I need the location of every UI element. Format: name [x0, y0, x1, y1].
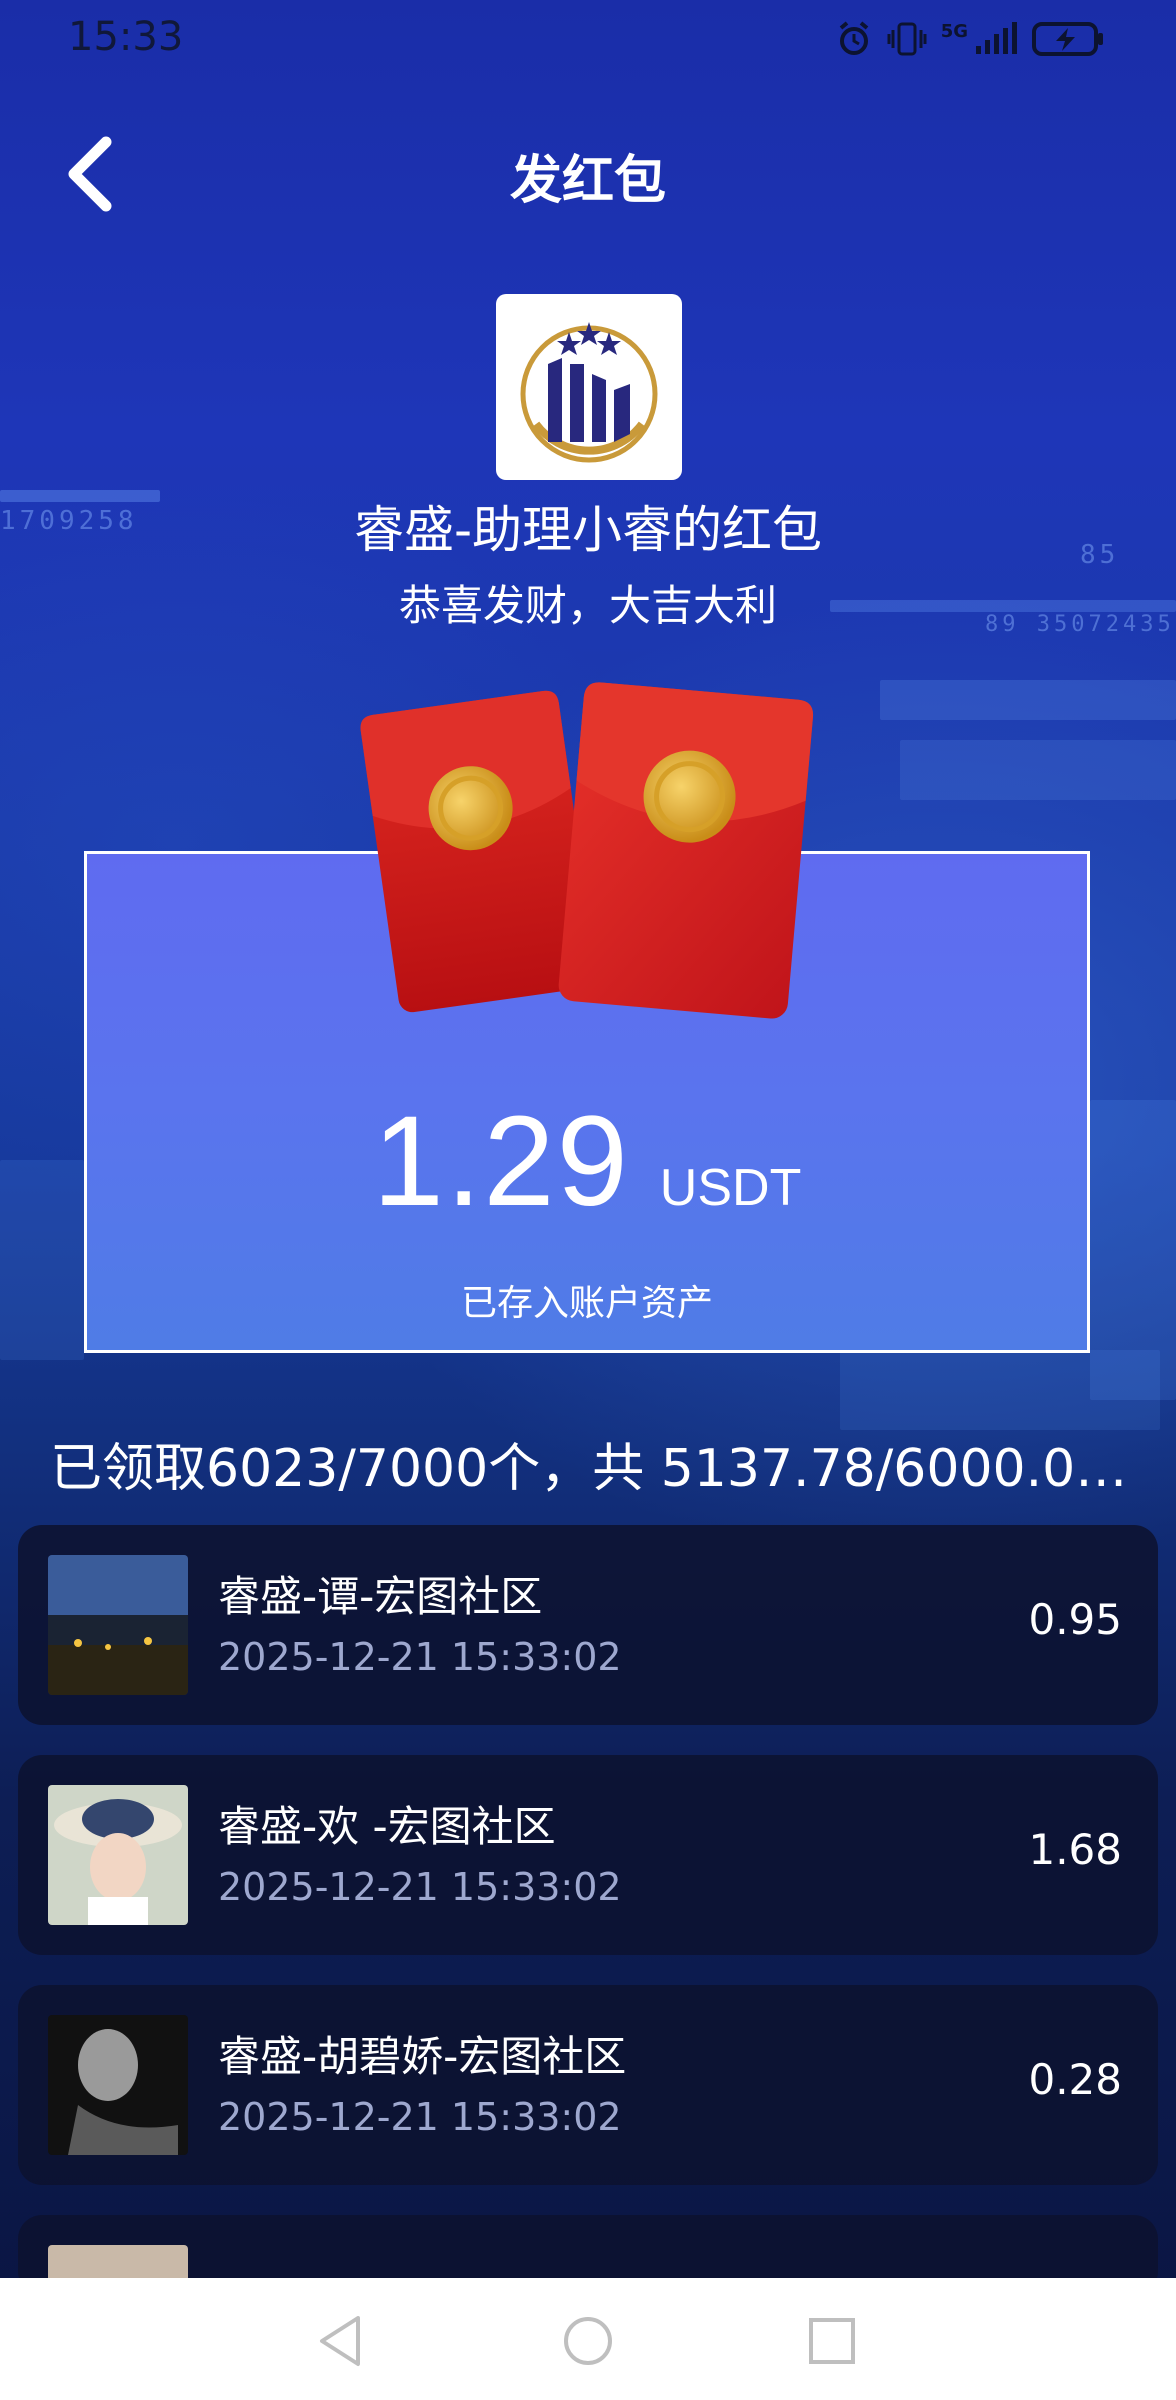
claimer-name: 睿盛-谭-宏图社区: [218, 1572, 543, 1621]
avatar: [48, 1785, 188, 1925]
claim-summary: 已领取6023/7000个，共 5137.78/6000.00 U···: [50, 1439, 1160, 1499]
red-envelope-icon: [360, 682, 814, 1019]
circle-home-icon[interactable]: [553, 2306, 623, 2376]
company-logo-icon: [520, 322, 658, 463]
red-packet-screen: 1709258 85 89 35072435 15:33 5G 发红包 睿盛-助…: [0, 0, 1176, 2400]
claim-row[interactable]: 睿盛-谭-宏图社区 2025-12-21 15:33:02 0.95: [18, 1525, 1158, 1725]
page-title: 发红包: [509, 151, 666, 211]
avatar: [48, 2015, 188, 2155]
claim-time: 2025-12-21 15:33:02: [218, 1865, 622, 1909]
amount-unit: USDT: [659, 1159, 802, 1217]
status-time: 15:33: [68, 14, 184, 60]
claim-time: 2025-12-21 15:33:02: [218, 2095, 622, 2139]
network-label: 5G: [940, 20, 968, 42]
square-recents-icon[interactable]: [797, 2306, 867, 2376]
claim-amount: 1.68: [1028, 1825, 1122, 1874]
claim-amount: 0.28: [1028, 2055, 1122, 2104]
vibrate-icon: [887, 22, 927, 56]
company-logo: [496, 294, 682, 480]
status-icons: 5G: [835, 20, 1106, 58]
amount-line: 1.29 USDT: [87, 1088, 1087, 1235]
deposit-note: 已存入账户资产: [460, 1283, 713, 1324]
claim-amount: 0.95: [1028, 1595, 1122, 1644]
claimer-name: 睿盛-胡碧娇-宏图社区: [218, 2032, 627, 2081]
avatar: [48, 1555, 188, 1695]
claimer-name: 睿盛-欢 -宏图社区: [218, 1802, 556, 1851]
greeting-text: 恭喜发财，大吉大利: [398, 581, 777, 630]
alarm-icon: [839, 21, 868, 55]
triangle-back-icon[interactable]: [306, 2306, 376, 2376]
claim-row[interactable]: 睿盛-胡碧娇-宏图社区 2025-12-21 15:33:02 0.28: [18, 1985, 1158, 2185]
status-bar: 15:33 5G: [0, 0, 1176, 86]
received-amount: 1.29: [372, 1090, 630, 1233]
signal-icon: [976, 22, 1017, 54]
system-navigation-bar: [0, 2278, 1176, 2400]
claim-time: 2025-12-21 15:33:02: [218, 1635, 622, 1679]
battery-charging-icon: [1032, 22, 1103, 56]
sender-name: 睿盛-助理小睿的红包: [353, 501, 823, 559]
claim-row[interactable]: 睿盛-欢 -宏图社区 2025-12-21 15:33:02 1.68: [18, 1755, 1158, 1955]
